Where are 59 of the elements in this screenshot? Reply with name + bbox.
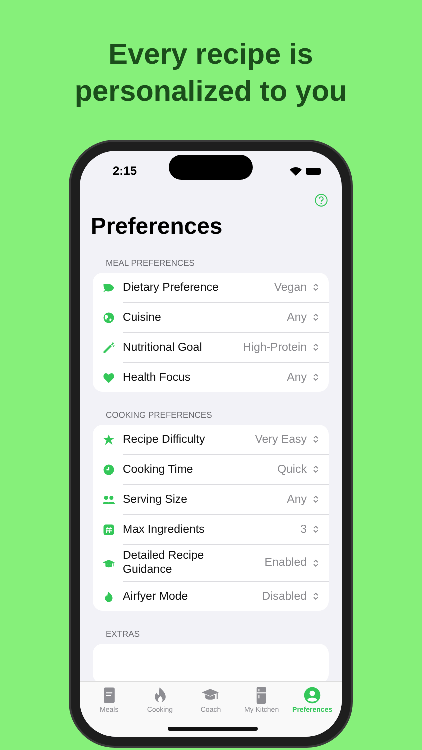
picker-row[interactable]: Dietary Preference Vegan [123,273,329,303]
row-value: Very Easy [254,434,307,446]
clock-icon [103,464,115,476]
picker-row[interactable]: Nutritional Goal High-Protein [123,333,329,363]
section-header: EXTRAS [106,629,142,639]
picker-row[interactable]: Health Focus Any [123,363,329,392]
row-label: Recipe Difficulty [123,432,206,448]
up-down-chevron-icon [313,343,319,352]
up-down-chevron-icon [313,465,319,474]
row-value: Any [286,372,307,384]
section-header: MEAL PREFERENCES [106,258,196,268]
picker-row[interactable]: Cooking Time Quick [123,455,329,485]
row-label: Max Ingredients [123,522,206,538]
headline: Every recipe is personalized to you [74,38,348,110]
row-value: High-Protein [242,342,307,354]
section-header: COOKING PREFERENCES [106,410,214,420]
picker-row[interactable]: Max Ingredients 3 [123,515,329,545]
up-down-chevron-icon [313,558,319,568]
up-down-chevron-icon [313,373,319,382]
row-value: Quick [276,464,307,476]
row-label: Dietary Preference [123,280,220,296]
row-label: Nutritional Goal [123,340,204,356]
picker-row[interactable]: Serving Size Any [123,485,329,515]
up-down-chevron-icon [313,313,319,322]
globe-icon [103,312,115,324]
row-value: Enabled [264,557,307,569]
battery-icon [306,168,322,174]
star-icon [103,434,115,446]
row-label: Health Focus [123,370,192,386]
help-icon[interactable] [315,194,328,207]
row-label: Cooking Time [123,462,194,478]
picker-row[interactable]: Airfyer Mode Disabled [123,582,329,611]
up-down-chevron-icon [313,525,319,534]
row-value: Any [286,494,307,506]
page-title: Preferences [91,213,224,240]
leaf-icon [103,282,115,294]
graduation-cap-icon [103,558,115,570]
picker-row[interactable]: Detailed Recipe Guidance Enabled [123,545,329,582]
row-value: Vegan [273,282,307,294]
row-value: Any [286,312,307,324]
number-sign-icon [103,524,115,536]
heart-icon [103,372,115,384]
row-label: Serving Size [123,492,189,508]
row-label: Cuisine [123,310,162,326]
up-down-chevron-icon [313,435,319,444]
row-label: Detailed Recipe Guidance [123,549,206,578]
status-time: 2:15 [113,164,138,178]
row-value: Disabled [261,590,307,602]
picker-row[interactable]: Recipe Difficulty Very Easy [123,425,329,455]
row-label: Airfyer Mode [123,590,190,604]
person-circle-icon [304,687,322,704]
picker-row[interactable]: Cuisine Any [123,303,329,333]
up-down-chevron-icon [313,495,319,504]
up-down-chevron-icon [313,283,319,292]
people-icon [103,494,115,506]
up-down-chevron-icon [313,592,319,601]
row-value: 3 [300,524,307,536]
wifi-icon [290,166,302,176]
flame-icon [103,590,115,602]
